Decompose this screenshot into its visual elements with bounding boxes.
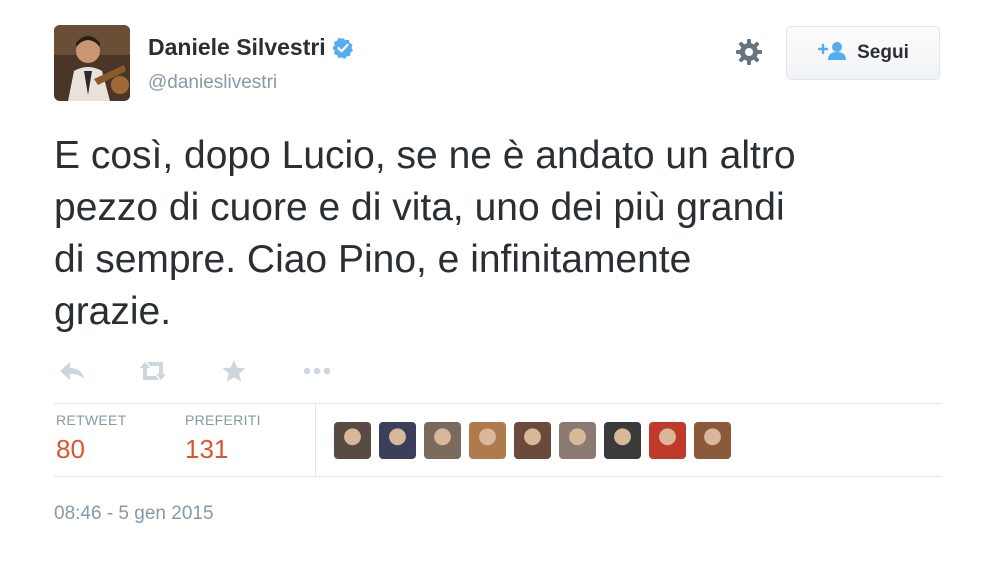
tweet-text: E così, dopo Lucio, se ne è andato un al… (54, 130, 954, 338)
follow-button[interactable]: Segui (786, 26, 940, 80)
favoriter-avatar[interactable] (559, 422, 596, 459)
tweet-line: E così, dopo Lucio, se ne è andato un al… (54, 134, 796, 177)
favoriter-avatar[interactable] (694, 422, 731, 459)
favoriter-avatar[interactable] (469, 422, 506, 459)
retweet-stat[interactable]: RETWEET 80 (56, 412, 127, 465)
follow-button-label: Segui (857, 42, 909, 63)
retweet-count: 80 (56, 434, 85, 464)
favorites-count: 131 (185, 434, 229, 464)
author-handle[interactable]: @danieslivestri (148, 72, 277, 94)
divider (54, 476, 942, 477)
retweet-label: RETWEET (56, 412, 127, 428)
tweet-line: pezzo di cuore e di vita, uno dei più gr… (54, 186, 785, 229)
favoriter-avatar[interactable] (424, 422, 461, 459)
more-icon[interactable] (299, 356, 335, 386)
favoriter-avatar[interactable] (379, 422, 416, 459)
stats-divider (315, 404, 316, 476)
favorites-stat[interactable]: PREFERITI 131 (185, 412, 261, 465)
tweet-timestamp[interactable]: 08:46 - 5 gen 2015 (54, 503, 214, 525)
favoriter-avatar[interactable] (604, 422, 641, 459)
gear-icon[interactable] (733, 36, 765, 68)
favoriter-avatar[interactable] (514, 422, 551, 459)
reply-icon[interactable] (54, 356, 90, 386)
favoriters-avatars (334, 422, 731, 459)
favoriter-avatar[interactable] (334, 422, 371, 459)
tweet-line: di sempre. Ciao Pino, e infinitamente (54, 238, 692, 281)
favorite-icon[interactable] (216, 356, 252, 386)
author-avatar[interactable] (54, 25, 130, 101)
favoriter-avatar[interactable] (649, 422, 686, 459)
verified-badge-icon (332, 37, 354, 59)
divider (54, 403, 942, 404)
author-name[interactable]: Daniele Silvestri (148, 34, 326, 61)
tweet-line: grazie. (54, 290, 172, 333)
add-user-icon (817, 41, 847, 66)
favorites-label: PREFERITI (185, 412, 261, 428)
retweet-icon[interactable] (135, 356, 171, 386)
